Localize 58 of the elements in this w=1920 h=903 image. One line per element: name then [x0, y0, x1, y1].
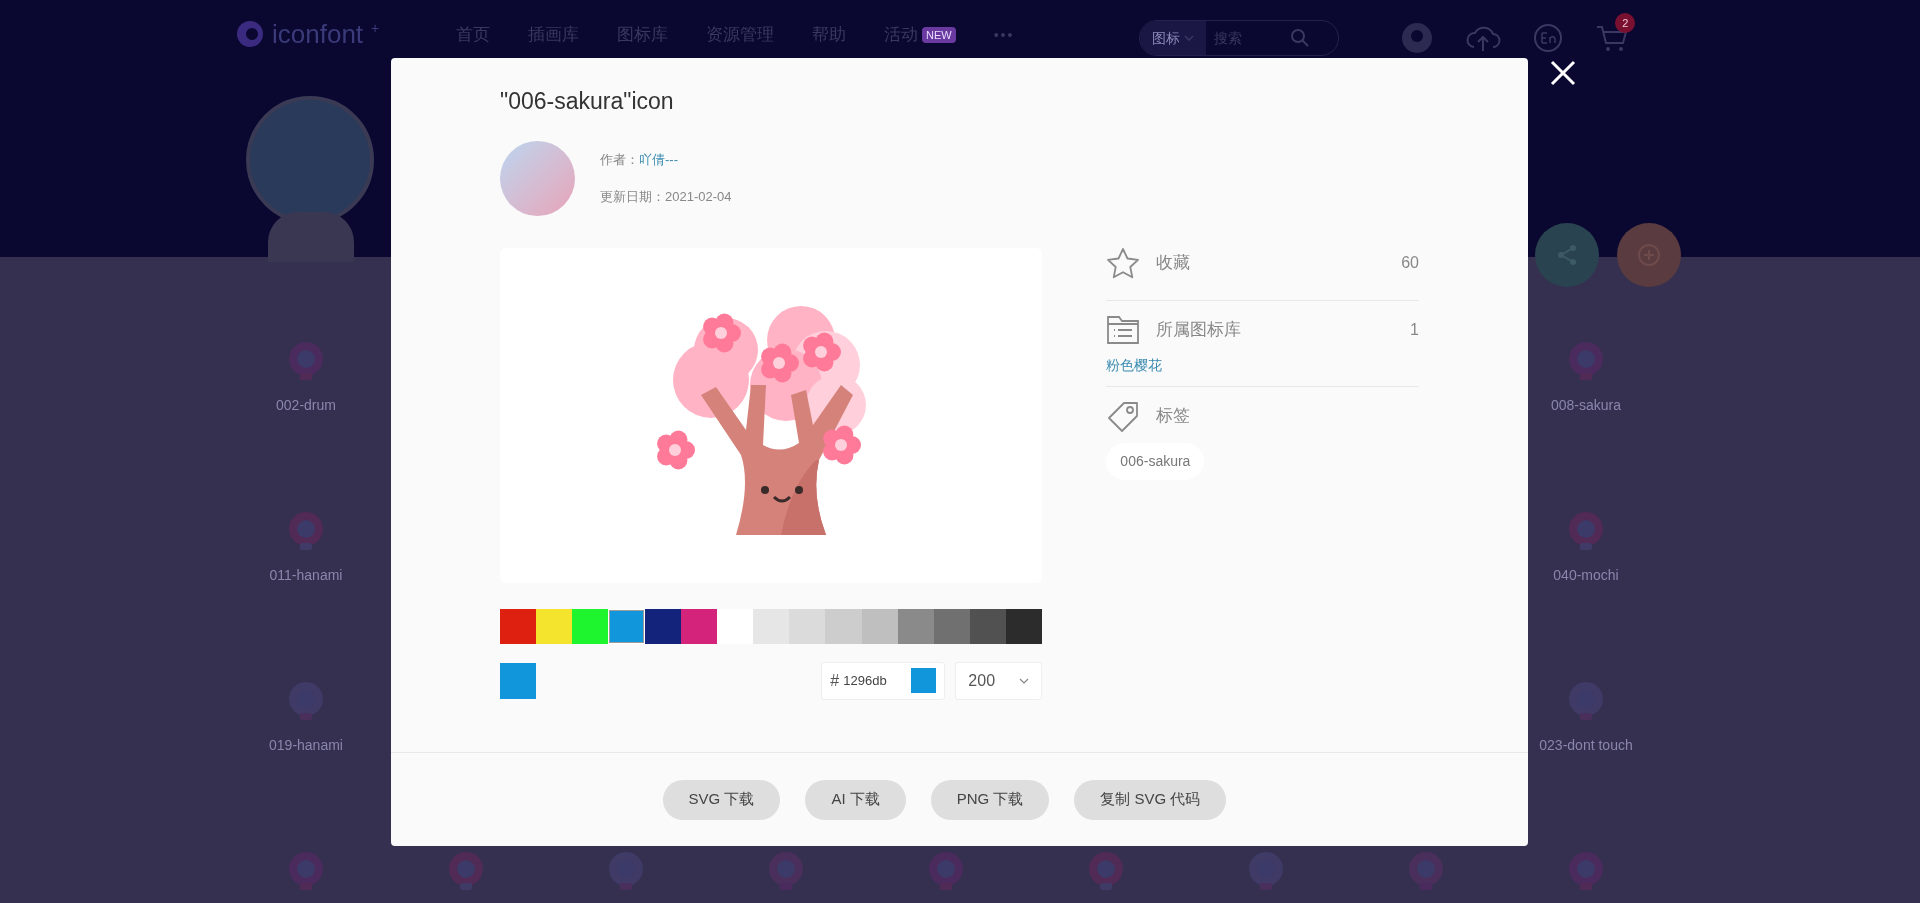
color-swatch[interactable] [825, 608, 862, 644]
info-label: 标签 [1156, 404, 1191, 427]
folder-list-icon [1106, 314, 1141, 345]
size-select[interactable]: 200 [955, 661, 1043, 700]
color-swatch[interactable] [897, 608, 934, 644]
hex-value: 1296db [843, 671, 887, 690]
download-button[interactable]: 复制 SVG 代码 [1074, 779, 1227, 820]
color-swatch[interactable] [789, 608, 826, 644]
language-icon[interactable] [1533, 23, 1564, 53]
library-link[interactable]: 粉色樱花 [1106, 354, 1419, 376]
logo-text: iconfont [272, 21, 364, 47]
color-swatch[interactable] [716, 608, 754, 644]
star-icon [1106, 246, 1141, 279]
logo-mark: + [371, 18, 380, 38]
icon-name-label: 040-mochi [1553, 566, 1619, 585]
info-label: 收藏 [1156, 251, 1191, 274]
author-label: 作者： [600, 150, 639, 169]
search-scope-select[interactable]: 图标 [1140, 21, 1207, 55]
info-count: 60 [1401, 252, 1419, 273]
tag-icon [1106, 399, 1141, 432]
info-label: 所属图标库 [1156, 318, 1242, 341]
hex-color-chip [911, 668, 937, 693]
icon-name-label: 019-hanami [269, 736, 343, 755]
download-button[interactable]: PNG 下载 [930, 779, 1050, 820]
color-swatch[interactable] [644, 608, 681, 644]
user-avatar-icon[interactable] [1401, 22, 1434, 54]
tag-chip[interactable]: 006-sakura [1106, 442, 1205, 480]
modal-title: "006-sakura"icon [500, 87, 675, 116]
color-swatch[interactable] [861, 608, 898, 644]
chevron-down-icon [1184, 35, 1195, 41]
logo-icon [236, 20, 264, 48]
color-swatch[interactable] [933, 608, 971, 644]
download-button[interactable]: SVG 下载 [662, 779, 781, 820]
color-swatch[interactable] [572, 608, 609, 644]
date-label: 更新日期： [600, 188, 665, 206]
hex-color-field[interactable]: # 1296db [821, 661, 946, 700]
color-swatch[interactable] [970, 608, 1007, 644]
color-swatch[interactable] [500, 608, 537, 644]
icon-name-label: 011-hanami [269, 566, 343, 585]
new-badge: NEW [922, 26, 956, 44]
close-icon [1550, 60, 1576, 86]
color-swatch[interactable] [680, 608, 717, 644]
color-swatch[interactable] [1006, 608, 1043, 644]
icon-name-label: 023-dont touch [1539, 736, 1633, 755]
update-date: 2021-02-04 [665, 188, 732, 206]
search-icon[interactable] [1290, 28, 1311, 48]
info-count: 1 [1410, 319, 1419, 340]
author-link[interactable]: 吖倩--- [639, 149, 678, 169]
close-button[interactable] [1548, 58, 1578, 88]
hash-label: # [830, 670, 840, 691]
color-swatch[interactable] [753, 608, 790, 644]
color-swatch[interactable] [536, 608, 573, 644]
icon-name-label: 002-drum [276, 396, 336, 415]
icon-name-label: 008-sakura [1550, 396, 1621, 415]
cart-count-badge: 2 [1615, 13, 1636, 33]
chevron-down-icon [1019, 677, 1030, 684]
download-button[interactable]: AI 下载 [805, 779, 906, 820]
color-swatch[interactable] [608, 608, 645, 644]
